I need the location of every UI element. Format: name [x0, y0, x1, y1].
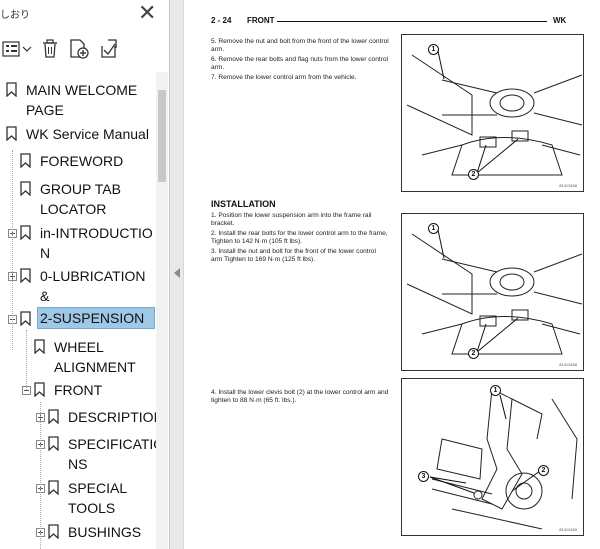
removal-steps: 5. Remove the nut and bolt from the fron…	[211, 38, 389, 84]
figure-callout: 1	[428, 44, 439, 55]
bookmark-options-button[interactable]	[0, 36, 36, 62]
find-current-bookmark-icon	[101, 39, 117, 58]
collapse-panel-arrow-icon[interactable]	[174, 268, 180, 278]
bookmarks-panel: しおり ✕ MAIN WELCOME PAGE WK Service Manua…	[0, 0, 170, 549]
panel-header: しおり ✕	[0, 0, 169, 30]
bookmark-label-selected: 2-SUSPENSION	[37, 307, 155, 329]
step: 5. Remove the nut and bolt from the fron…	[211, 38, 389, 53]
bookmark-icon	[20, 225, 31, 240]
bookmark-icon	[20, 311, 31, 326]
bookmark-tree: MAIN WELCOME PAGE WK Service Manual FORE…	[0, 72, 156, 549]
clevis-bolt-illustration	[429, 388, 578, 530]
figure-callout: 2	[468, 348, 479, 359]
bookmark-icon	[48, 524, 59, 539]
header-rule	[277, 21, 547, 22]
page-code: WK	[553, 16, 567, 25]
figure-callout: 2	[468, 169, 479, 180]
page-section: FRONT	[247, 16, 275, 25]
step-4: 4. Install the lower clevis bolt (2) at …	[211, 389, 389, 407]
new-bookmark-button[interactable]	[66, 36, 92, 62]
delete-icon	[43, 39, 57, 58]
bookmark-label: MAIN WELCOME PAGE	[26, 82, 138, 118]
figure-control-arm-installation: 1 2 81413458	[401, 213, 584, 371]
find-current-bookmark-button[interactable]	[96, 36, 122, 62]
bookmark-label: WHEEL ALIGNMENT	[54, 339, 136, 375]
control-arm-illustration	[406, 50, 583, 176]
step: 1. Position the lower suspension arm int…	[211, 212, 372, 227]
figure-callout: 1	[490, 385, 501, 396]
bookmark-icon	[20, 181, 31, 196]
bookmark-label: SPECIAL TOOLS	[68, 480, 128, 516]
figure-control-arm-removal: 1 2 81413458	[401, 34, 584, 192]
bookmark-label: WK Service Manual	[26, 126, 149, 142]
bookmark-label: DESCRIPTION	[68, 409, 156, 425]
close-icon[interactable]: ✕	[138, 2, 156, 24]
bookmark-icon	[20, 153, 31, 168]
figure-clevis-bolt: 1 2 3 81413459	[401, 378, 584, 536]
bookmark-icon	[20, 268, 31, 283]
bookmark-icon	[34, 382, 45, 397]
figure-callout: 3	[418, 471, 429, 482]
figure-callout: 2	[538, 465, 549, 476]
bookmark-icon	[48, 480, 59, 495]
figure-id: 81413458	[559, 183, 577, 188]
step: 7. Remove the lower control arm from the…	[211, 74, 357, 81]
step: 6. Remove the rear bolts and flag nuts f…	[211, 56, 389, 71]
bookmark-label: FOREWORD	[40, 153, 124, 169]
tree-guide	[40, 402, 41, 549]
bookmark-icon	[48, 436, 59, 451]
page-header: 2 - 24 FRONT WK	[211, 16, 579, 28]
bookmark-icon	[6, 126, 17, 141]
step: 4. Install the lower clevis bolt (2) at …	[211, 389, 389, 404]
tree-guide	[12, 150, 13, 350]
installation-heading: INSTALLATION	[211, 199, 276, 209]
step: 2. Install the rear bolts for the lower …	[211, 230, 388, 245]
scrollbar-thumb[interactable]	[158, 90, 166, 182]
figure-id: 81413458	[559, 362, 577, 367]
delete-button[interactable]	[38, 36, 62, 62]
bookmark-label: SPECIFICATIO NS	[68, 436, 156, 472]
bookmark-toolbar	[0, 36, 169, 64]
bookmark-label: FRONT	[54, 382, 103, 398]
tree-guide	[26, 330, 27, 390]
bookmark-icon	[48, 409, 59, 424]
bookmark-icon	[6, 82, 17, 97]
bookmark-label: GROUP TAB LOCATOR	[40, 181, 121, 217]
bookmark-label: BUSHINGS	[68, 524, 142, 540]
step: 3. Install the nut and bolt for the fron…	[211, 248, 376, 263]
document-page: 2 - 24 FRONT WK 5. Remove the nut and bo…	[185, 0, 600, 549]
bookmark-label: in-INTRODUCTIO N	[40, 225, 153, 261]
figure-callout: 1	[428, 223, 439, 234]
bookmark-icon	[34, 339, 45, 354]
bookmarks-scrollbar[interactable]	[156, 72, 168, 549]
bookmark-options-icon	[2, 41, 32, 57]
new-bookmark-icon	[70, 39, 89, 59]
page-number: 2 - 24	[211, 16, 232, 25]
installation-steps: 1. Position the lower suspension arm int…	[211, 212, 389, 266]
control-arm-illustration	[406, 229, 583, 355]
panel-title: しおり	[0, 10, 30, 21]
figure-id: 81413459	[559, 527, 577, 532]
